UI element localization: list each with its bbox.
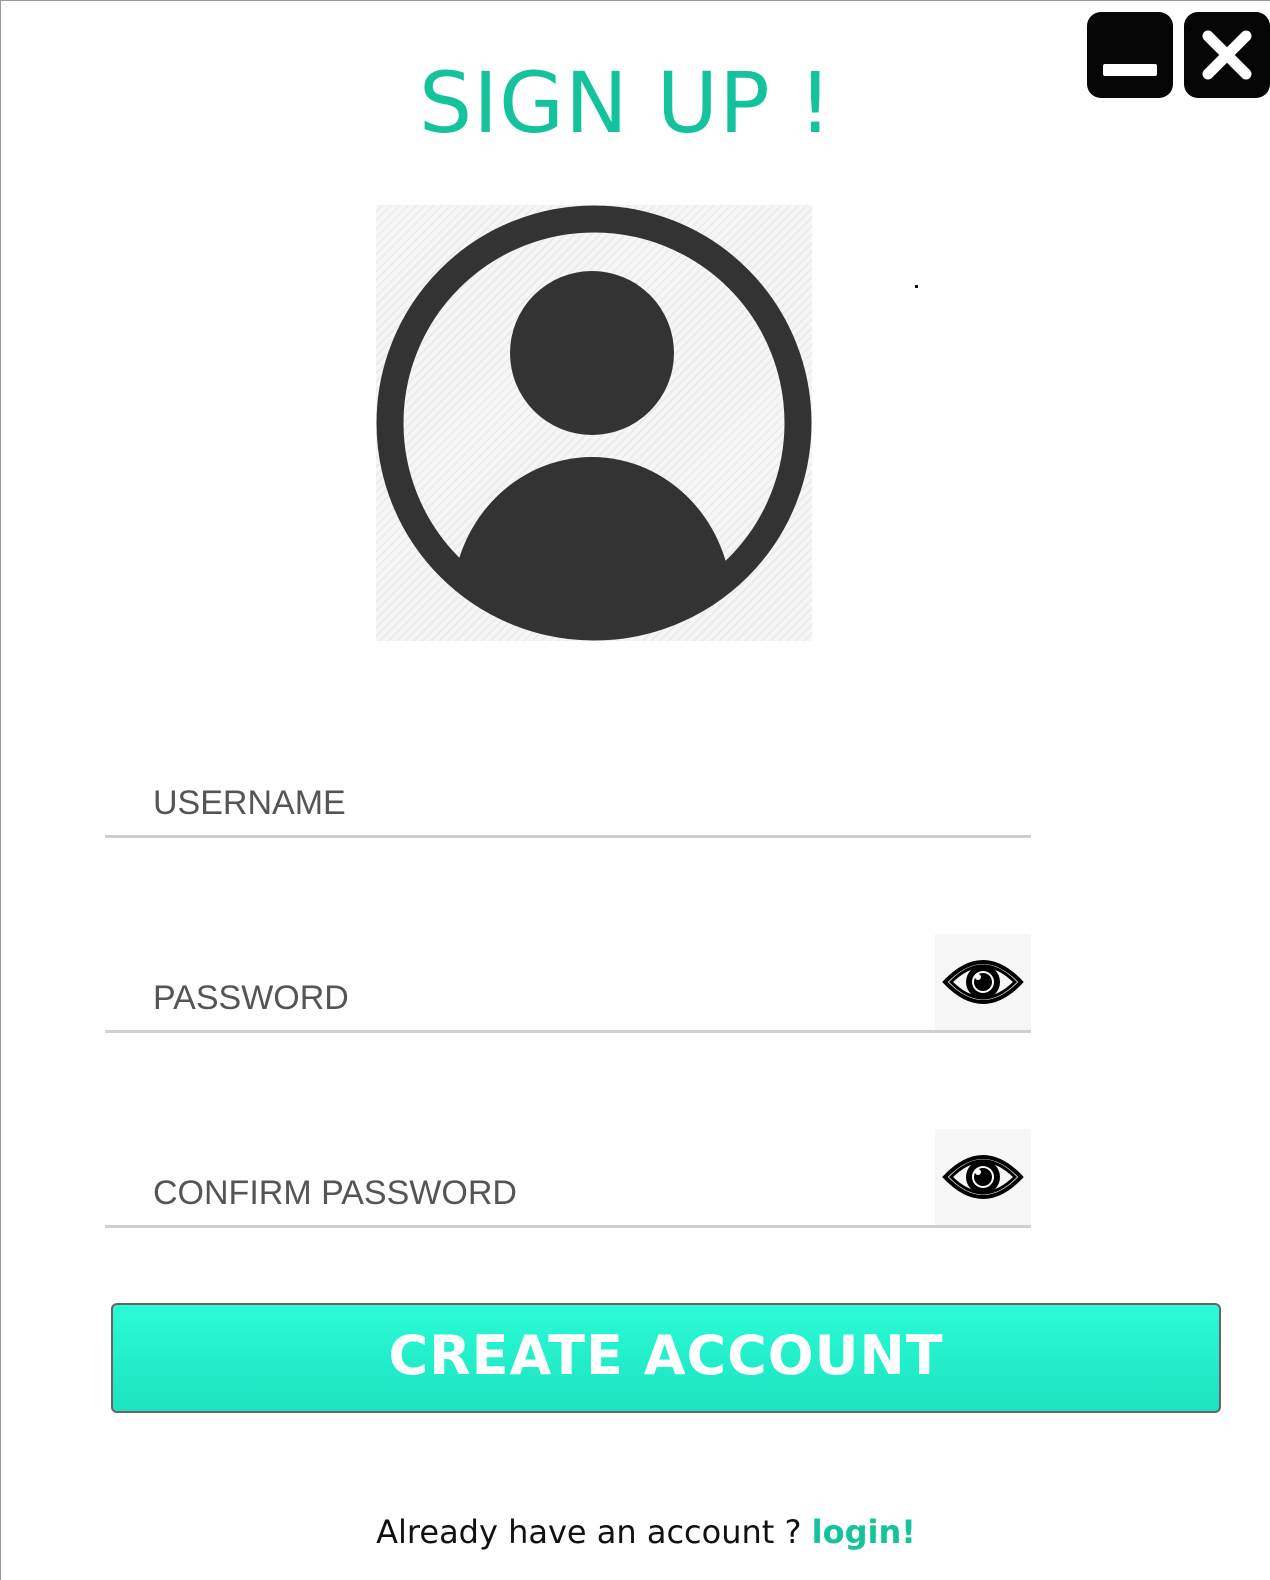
username-input[interactable] bbox=[153, 775, 913, 831]
avatar[interactable] bbox=[376, 205, 812, 641]
signup-window: SIGN UP ! USERNAME CREATE ACCOUNT Alread… bbox=[0, 0, 1270, 1580]
eye-icon bbox=[942, 960, 1024, 1004]
page-title: SIGN UP ! bbox=[418, 54, 834, 152]
confirm-password-field bbox=[105, 1129, 1031, 1228]
create-account-button[interactable]: CREATE ACCOUNT bbox=[111, 1303, 1221, 1413]
confirm-password-input[interactable] bbox=[153, 1165, 913, 1221]
stray-dot bbox=[915, 285, 918, 288]
footer-prompt: Already have an account ? bbox=[376, 1513, 802, 1551]
eye-icon bbox=[942, 1155, 1024, 1199]
password-field bbox=[105, 934, 1031, 1033]
show-password-button[interactable] bbox=[935, 934, 1031, 1030]
footer: Already have an account ? login! bbox=[1, 1507, 1270, 1557]
login-link[interactable]: login! bbox=[812, 1513, 916, 1551]
show-confirm-password-button[interactable] bbox=[935, 1129, 1031, 1225]
password-input[interactable] bbox=[153, 970, 913, 1026]
user-avatar-icon bbox=[376, 205, 812, 641]
username-field bbox=[105, 775, 1031, 838]
